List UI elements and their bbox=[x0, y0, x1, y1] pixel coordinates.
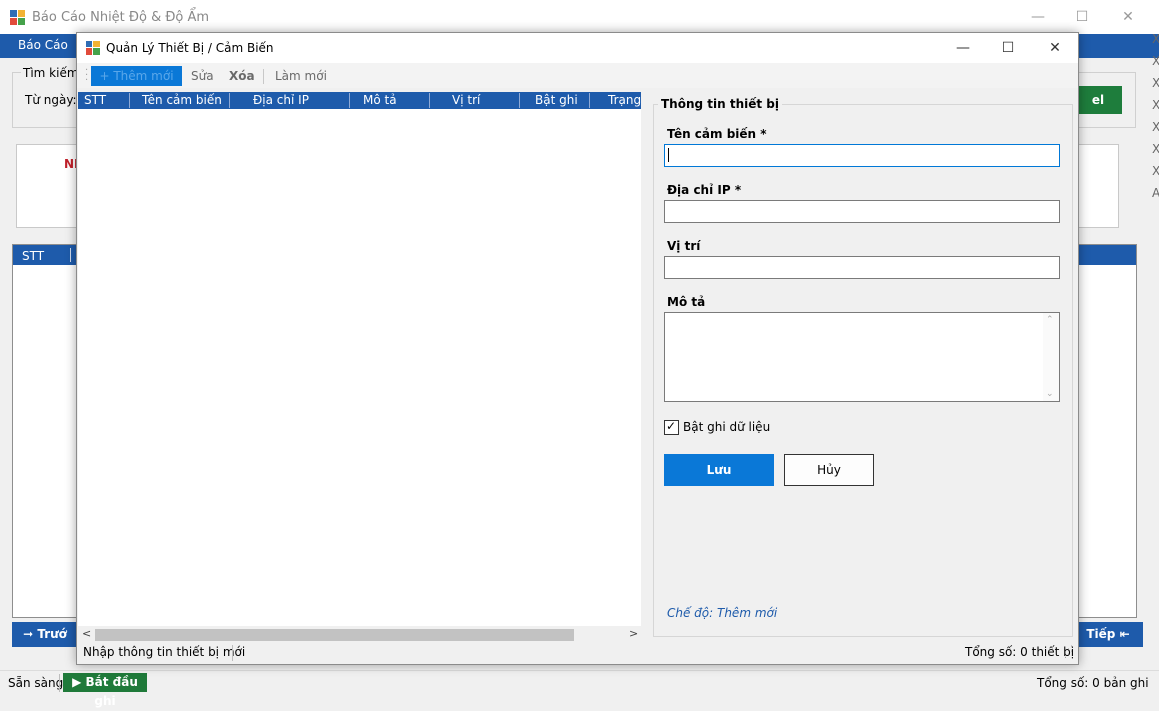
scroll-thumb[interactable] bbox=[95, 629, 574, 641]
right-edge-fragments: X X X X X X X A bbox=[1152, 28, 1159, 218]
add-button-label: + Thêm mới bbox=[99, 69, 174, 83]
grid-col-enable-logging[interactable]: Bật ghi bbox=[535, 93, 578, 108]
col-separator bbox=[429, 93, 430, 108]
dialog-titlebar: Quản Lý Thiết Bị / Cảm Biến — ☐ ✕ bbox=[77, 33, 1078, 63]
col-separator bbox=[229, 93, 230, 108]
scroll-down-icon[interactable]: ⌄ bbox=[1046, 389, 1054, 399]
close-icon[interactable]: ✕ bbox=[1105, 0, 1151, 34]
dialog-status-left: Nhập thông tin thiết bị mới bbox=[83, 645, 246, 659]
device-info-group-label: Thông tin thiết bị bbox=[658, 97, 783, 111]
dialog-statusbar: Nhập thông tin thiết bị mới Tổng số: 0 t… bbox=[77, 642, 1078, 664]
menu-item-bao-cao[interactable]: Báo Cáo bbox=[18, 38, 68, 52]
add-button[interactable]: + Thêm mới bbox=[91, 66, 182, 86]
cancel-button[interactable]: Hủy bbox=[784, 454, 874, 486]
start-record-button[interactable]: ▶ Bắt đầu ghi bbox=[63, 673, 147, 708]
maximize-icon[interactable]: ☐ bbox=[1059, 0, 1105, 34]
grid-col-sensor-name[interactable]: Tên cảm biến bbox=[142, 93, 222, 108]
edge-fragment: X bbox=[1152, 76, 1159, 90]
status-ready: Sẵn sàng bbox=[8, 676, 64, 690]
mode-indicator: Chế độ: Thêm mới bbox=[667, 606, 778, 620]
refresh-button[interactable]: Làm mới bbox=[275, 66, 327, 86]
description-textarea[interactable]: ⌃ ⌄ bbox=[664, 312, 1060, 402]
col-separator bbox=[129, 93, 130, 108]
prev-page-button[interactable]: ➞ Trướ bbox=[12, 622, 78, 647]
grid-col-description[interactable]: Mô tả bbox=[363, 93, 397, 108]
scroll-up-icon[interactable]: ⌃ bbox=[1046, 315, 1054, 325]
scroll-left-icon[interactable]: < bbox=[82, 627, 91, 640]
resize-grip-icon[interactable]: ⋰ ⋰ bbox=[1064, 646, 1073, 660]
dialog-minimize-icon[interactable]: — bbox=[940, 33, 986, 63]
next-page-button[interactable]: Tiếp ⇤ bbox=[1073, 622, 1143, 647]
dialog-maximize-icon[interactable]: ☐ bbox=[985, 33, 1031, 63]
start-record-label: ▶ Bắt đầu ghi bbox=[72, 675, 138, 708]
enable-logging-checkbox[interactable]: ✓ bbox=[664, 419, 679, 435]
toolbar-separator bbox=[263, 69, 264, 84]
minimize-icon[interactable]: — bbox=[1015, 0, 1061, 34]
toolbar-grip-icon: · · · bbox=[85, 65, 89, 86]
edge-fragment: A bbox=[1152, 186, 1159, 200]
total-records: Tổng số: 0 bản ghi bbox=[1037, 676, 1149, 690]
main-window-title: Báo Cáo Nhiệt Độ & Độ Ẩm bbox=[32, 10, 210, 25]
col-separator bbox=[70, 248, 71, 262]
status-separator bbox=[59, 674, 60, 692]
main-statusbar: Sẵn sàng ▶ Bắt đầu ghi Tổng số: 0 bản gh… bbox=[0, 670, 1159, 708]
col-separator bbox=[349, 93, 350, 108]
app-icon bbox=[10, 10, 25, 25]
edge-fragment: X bbox=[1152, 142, 1159, 156]
grid-col-ip[interactable]: Địa chỉ IP bbox=[253, 93, 309, 108]
dialog-title: Quản Lý Thiết Bị / Cảm Biến bbox=[106, 41, 274, 55]
dialog-status-right: Tổng số: 0 thiết bị bbox=[965, 645, 1075, 659]
ip-address-input[interactable] bbox=[664, 200, 1060, 223]
device-grid[interactable]: STT Tên cảm biến Địa chỉ IP Mô tả Vị trí… bbox=[78, 92, 641, 646]
main-table-col-stt[interactable]: STT bbox=[22, 249, 44, 263]
device-grid-header: STT Tên cảm biến Địa chỉ IP Mô tả Vị trí… bbox=[78, 92, 641, 109]
grid-col-location[interactable]: Vị trí bbox=[452, 93, 480, 108]
cancel-button-label: Hủy bbox=[817, 463, 841, 477]
status-separator bbox=[232, 645, 233, 661]
grid-horizontal-scrollbar[interactable]: < > bbox=[78, 626, 641, 643]
sensor-name-label: Tên cảm biến * bbox=[667, 127, 767, 141]
col-separator bbox=[519, 93, 520, 108]
dialog-app-icon bbox=[86, 41, 100, 55]
prev-page-label: ➞ Trướ bbox=[23, 627, 67, 641]
edge-fragment: X bbox=[1152, 54, 1159, 68]
export-excel-label: el bbox=[1091, 93, 1105, 107]
save-button[interactable]: Lưu bbox=[664, 454, 774, 486]
description-label: Mô tả bbox=[667, 295, 706, 309]
export-excel-button[interactable]: el bbox=[1074, 86, 1122, 114]
enable-logging-label[interactable]: Bật ghi dữ liệu bbox=[683, 420, 770, 434]
edge-fragment: X bbox=[1152, 98, 1159, 112]
from-date-label: Từ ngày: bbox=[25, 93, 77, 107]
dialog-toolbar: · · · + Thêm mới Sửa Xóa Làm mới bbox=[77, 63, 1078, 88]
main-titlebar: Báo Cáo Nhiệt Độ & Độ Ẩm — ☐ ✕ bbox=[0, 0, 1159, 34]
save-button-label: Lưu bbox=[706, 463, 732, 477]
device-manager-dialog: Quản Lý Thiết Bị / Cảm Biến — ☐ ✕ · · · + … bbox=[76, 32, 1079, 665]
search-group-label: Tìm kiếm bbox=[21, 66, 81, 80]
edge-fragment: X bbox=[1152, 120, 1159, 134]
location-label: Vị trí bbox=[667, 239, 701, 253]
location-input[interactable] bbox=[664, 256, 1060, 279]
checkmark-icon: ✓ bbox=[666, 419, 677, 433]
ip-address-label: Địa chỉ IP * bbox=[667, 183, 742, 197]
sensor-name-input[interactable] bbox=[664, 144, 1060, 167]
text-caret bbox=[668, 148, 669, 162]
device-info-group: Thông tin thiết bị Tên cảm biến * Địa ch… bbox=[653, 97, 1073, 637]
delete-button[interactable]: Xóa bbox=[229, 66, 255, 86]
grid-col-stt[interactable]: STT bbox=[84, 93, 106, 108]
grid-col-status[interactable]: Trạng bbox=[608, 93, 641, 108]
col-separator bbox=[589, 93, 590, 108]
scroll-right-icon[interactable]: > bbox=[629, 627, 638, 640]
description-scrollbar[interactable]: ⌃ ⌄ bbox=[1043, 313, 1059, 401]
edit-button[interactable]: Sửa bbox=[191, 66, 214, 86]
edge-fragment: X bbox=[1152, 164, 1159, 178]
edge-fragment: X bbox=[1152, 32, 1159, 46]
dialog-close-icon[interactable]: ✕ bbox=[1032, 33, 1078, 63]
next-page-label: Tiếp ⇤ bbox=[1086, 627, 1130, 641]
